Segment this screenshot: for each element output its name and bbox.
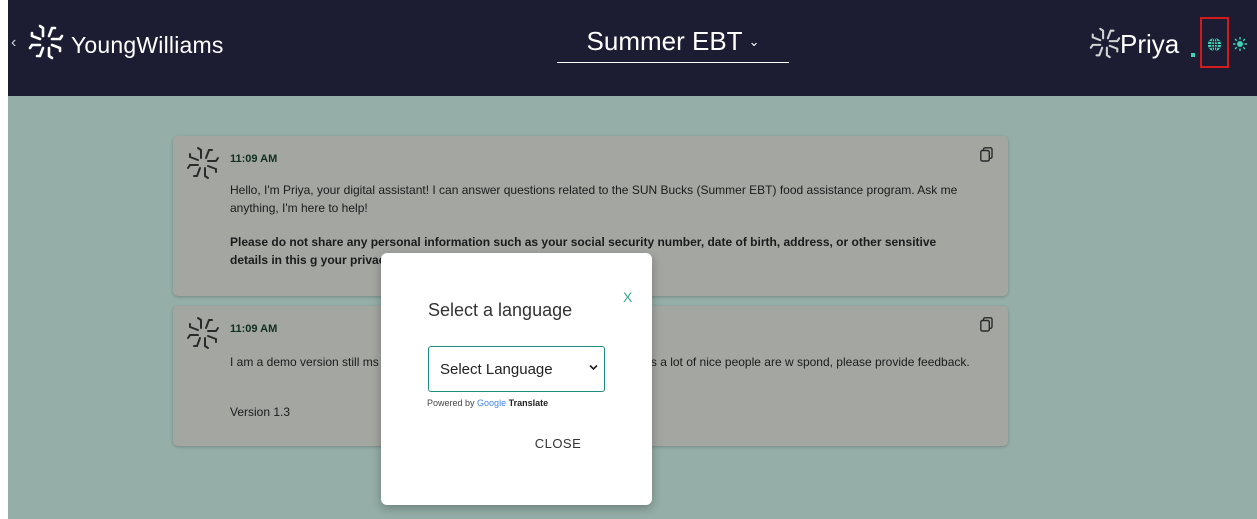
app-frame: ‹ YoungWilliams Summer EBT ⌄ Priya 11:09… bbox=[8, 0, 1257, 519]
powered-by-google-translate: Powered by Google Translate bbox=[427, 398, 548, 408]
google-logo: Google bbox=[477, 398, 506, 408]
assistant-name: Priya bbox=[1120, 29, 1180, 59]
language-select-value: Select Language bbox=[440, 361, 553, 378]
dialog-title: Select a language bbox=[428, 300, 573, 320]
translate-text: Translate bbox=[508, 398, 549, 408]
message-time: 11:09 AM bbox=[230, 153, 278, 165]
chevron-down-icon: ⌄ bbox=[748, 34, 760, 49]
close-button[interactable]: CLOSE bbox=[525, 436, 591, 458]
top-bar: ‹ YoungWilliams Summer EBT ⌄ Priya bbox=[8, 0, 1257, 96]
back-chevron-icon[interactable]: ‹ bbox=[11, 34, 16, 52]
bot-avatar-icon bbox=[187, 317, 219, 349]
google-wordmark: Google bbox=[477, 398, 507, 408]
language-select[interactable]: Select Language bbox=[428, 346, 605, 392]
program-selector[interactable]: Summer EBT ⌄ bbox=[557, 26, 789, 63]
brand-name: YoungWilliams bbox=[71, 32, 224, 58]
copy-icon[interactable] bbox=[980, 147, 993, 162]
powered-by-text: Powered by bbox=[427, 398, 475, 408]
message-text: Hello, I'm Priya, your digital assistant… bbox=[230, 183, 958, 215]
globe-icon bbox=[1207, 37, 1222, 52]
message-time: 11:09 AM bbox=[230, 323, 278, 335]
language-button[interactable] bbox=[1200, 17, 1229, 68]
sun-icon[interactable] bbox=[1233, 37, 1247, 51]
language-dialog: Select a language X Select Language Powe… bbox=[381, 253, 652, 505]
program-name: Summer EBT bbox=[586, 26, 743, 56]
bot-avatar-icon bbox=[187, 147, 219, 179]
youngwilliams-logo-icon bbox=[28, 24, 64, 60]
close-icon[interactable]: X bbox=[623, 289, 632, 305]
copy-icon[interactable] bbox=[980, 317, 993, 332]
assistant-name-dot bbox=[1191, 53, 1195, 57]
priya-logo-icon bbox=[1089, 27, 1121, 59]
chevron-down-icon bbox=[589, 364, 598, 371]
